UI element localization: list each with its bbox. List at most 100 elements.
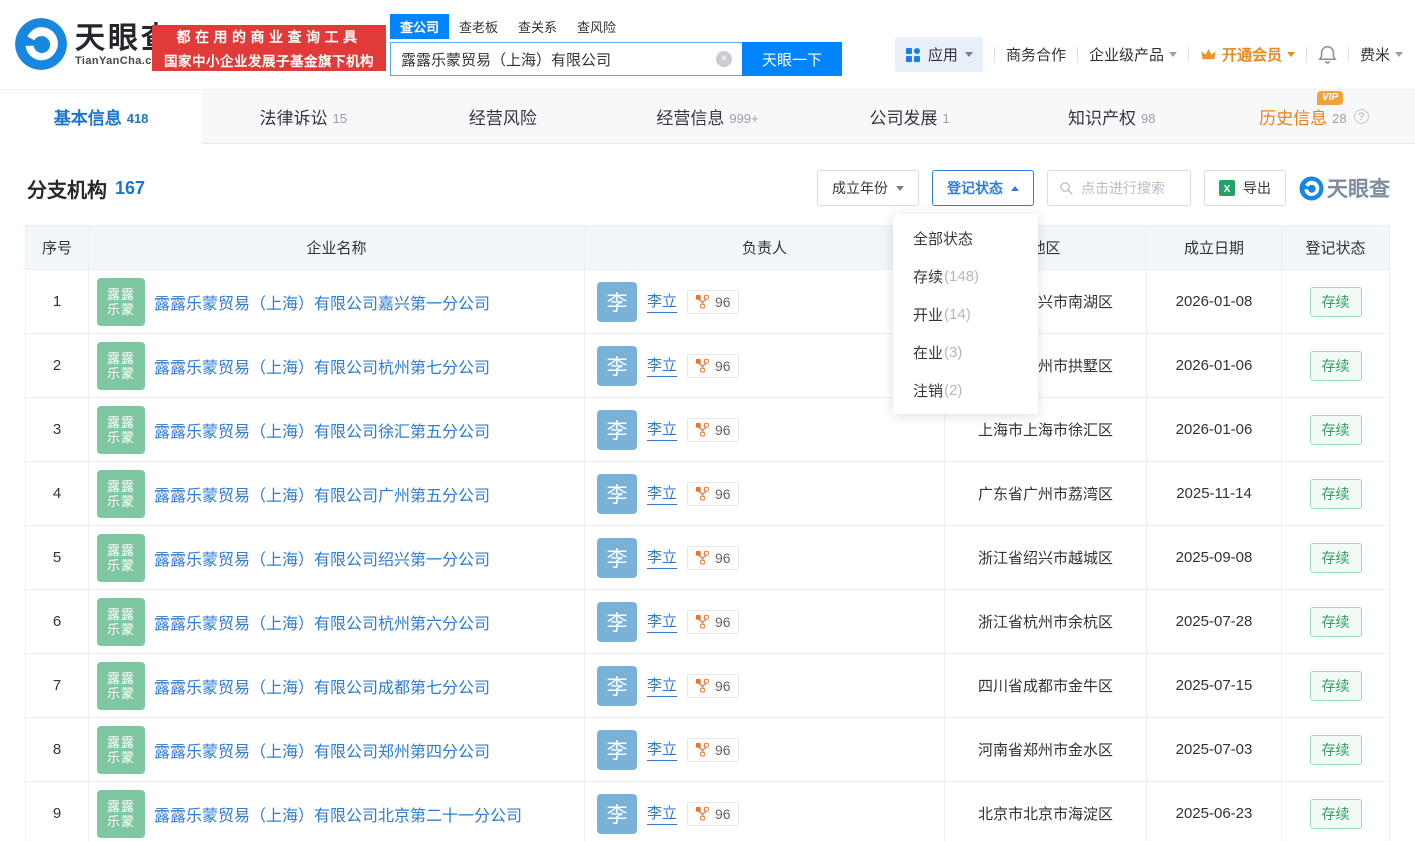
company-name-link[interactable]: 露露乐蒙贸易（上海）有限公司北京第二十一分公司 <box>154 802 522 826</box>
divider <box>1187 47 1189 62</box>
nav-business-cooperation[interactable]: 商务合作 <box>1006 44 1066 65</box>
relation-score: 96 <box>715 485 731 502</box>
top-bar: 天眼查 TianYanCha.com 都在用的商业查询工具 国家中小企业发展子基… <box>0 0 1415 89</box>
company-name-link[interactable]: 露露乐蒙贸易（上海）有限公司杭州第七分公司 <box>154 354 490 378</box>
header-registration-status: 登记状态 <box>1281 226 1389 269</box>
row-index: 8 <box>52 741 62 758</box>
person-link[interactable]: 李立 <box>647 546 678 569</box>
relation-score-badge[interactable]: 96 <box>687 673 739 698</box>
relation-graph-icon <box>695 614 709 629</box>
apps-menu[interactable]: 应用 <box>894 37 983 72</box>
status-option-cancelled[interactable]: 注销 (2) <box>893 371 1038 409</box>
relation-score-badge[interactable]: 96 <box>687 481 739 506</box>
tab-legal-proceedings[interactable]: 法律诉讼 15 <box>202 90 405 144</box>
relation-score-badge[interactable]: 96 <box>687 609 739 634</box>
person-link[interactable]: 李立 <box>647 610 678 633</box>
tab-company-development[interactable]: 公司发展 1 <box>808 90 1011 144</box>
table-row: 6 露露 乐蒙 露露乐蒙贸易（上海）有限公司杭州第六分公司 李 李立 96 浙江… <box>26 589 1389 653</box>
company-logo: 露露 乐蒙 <box>97 597 145 646</box>
relation-score-badge[interactable]: 96 <box>687 801 739 826</box>
table-row: 2 露露 乐蒙 露露乐蒙贸易（上海）有限公司杭州第七分公司 李 李立 96 浙江… <box>26 333 1389 397</box>
search-tab-relation[interactable]: 查关系 <box>508 14 567 39</box>
nav-open-vip[interactable]: 开通会员 <box>1200 44 1295 65</box>
company-name-link[interactable]: 露露乐蒙贸易（上海）有限公司嘉兴第一分公司 <box>154 290 490 314</box>
established-date: 2026-01-06 <box>1146 398 1281 461</box>
relation-score-badge[interactable]: 96 <box>687 737 739 762</box>
relation-score: 96 <box>715 549 731 566</box>
company-name-link[interactable]: 露露乐蒙贸易（上海）有限公司徐汇第五分公司 <box>154 418 490 442</box>
slogan-line1: 都在用的商业查询工具 <box>176 28 362 45</box>
company-name-link[interactable]: 露露乐蒙贸易（上海）有限公司广州第五分公司 <box>154 482 490 506</box>
top-nav: 应用 商务合作 企业级产品 开通会员 费米 <box>894 37 1403 72</box>
tab-intellectual-property[interactable]: 知识产权 98 <box>1010 90 1213 144</box>
relation-score: 96 <box>715 293 731 310</box>
tab-basic-info[interactable]: 基本信息 418 <box>0 90 203 144</box>
search-tab-risk[interactable]: 查风险 <box>567 14 626 39</box>
tianyancha-swirl-icon <box>1299 176 1324 201</box>
table-body: 1 露露 乐蒙 露露乐蒙贸易（上海）有限公司嘉兴第一分公司 李 李立 96 浙江… <box>26 269 1389 841</box>
status-option-existing[interactable]: 存续 (148) <box>893 257 1038 295</box>
company-name-link[interactable]: 露露乐蒙贸易（上海）有限公司郑州第四分公司 <box>154 738 490 762</box>
clear-search-icon[interactable]: × <box>716 51 732 67</box>
chevron-down-icon <box>1286 52 1295 57</box>
search-input[interactable] <box>390 42 742 76</box>
company-name-link[interactable]: 露露乐蒙贸易（上海）有限公司杭州第六分公司 <box>154 610 490 634</box>
year-filter-button[interactable]: 成立年份 <box>817 170 919 206</box>
person-link[interactable]: 李立 <box>647 418 678 441</box>
search-tab-company[interactable]: 查公司 <box>390 14 450 39</box>
row-index: 1 <box>52 293 62 310</box>
status-badge: 存续 <box>1309 286 1362 317</box>
table-search-input[interactable]: 点击进行搜索 <box>1047 170 1191 206</box>
apps-label: 应用 <box>927 47 958 64</box>
row-index: 2 <box>52 357 62 374</box>
divider <box>1305 47 1307 62</box>
nav-enterprise-products[interactable]: 企业级产品 <box>1089 44 1177 65</box>
status-option-open[interactable]: 开业 (14) <box>893 295 1038 333</box>
tab-history-info[interactable]: 历史信息 VIP 28 ? <box>1212 90 1415 144</box>
person-link[interactable]: 李立 <box>647 802 678 825</box>
region: 浙江省杭州市余杭区 <box>944 590 1146 653</box>
status-option-all[interactable]: 全部状态 <box>893 219 1038 257</box>
person-link[interactable]: 李立 <box>647 738 678 761</box>
relation-graph-icon <box>695 678 709 693</box>
person-link[interactable]: 李立 <box>647 290 678 313</box>
status-filter-button[interactable]: 登记状态 <box>932 170 1034 206</box>
export-button[interactable]: X 导出 <box>1204 170 1286 206</box>
relation-score-badge[interactable]: 96 <box>687 545 739 570</box>
divider <box>1076 47 1078 62</box>
tab-operational-risk[interactable]: 经营风险 <box>404 90 607 144</box>
company-name-link[interactable]: 露露乐蒙贸易（上海）有限公司绍兴第一分公司 <box>154 546 490 570</box>
chevron-up-icon <box>1011 185 1019 191</box>
branches-section-header: 分支机构 167 成立年份 登记状态 点击进行搜索 X 导出 天眼查 <box>27 166 1390 210</box>
relation-score-badge[interactable]: 96 <box>687 353 739 378</box>
relation-score: 96 <box>715 741 731 758</box>
relation-score: 96 <box>715 613 731 630</box>
person-link[interactable]: 李立 <box>647 482 678 505</box>
search-button[interactable]: 天眼一下 <box>742 42 842 76</box>
established-date: 2025-07-15 <box>1146 654 1281 717</box>
established-date: 2025-06-23 <box>1146 782 1281 841</box>
company-name-link[interactable]: 露露乐蒙贸易（上海）有限公司成都第七分公司 <box>154 674 490 698</box>
status-filter-dropdown: 全部状态 存续 (148) 开业 (14) 在业 (3) 注销 (2) <box>893 214 1038 414</box>
region: 四川省成都市金牛区 <box>944 654 1146 717</box>
person-link[interactable]: 李立 <box>647 354 678 377</box>
status-option-in-business[interactable]: 在业 (3) <box>893 333 1038 371</box>
relation-graph-icon <box>695 806 709 821</box>
status-badge: 存续 <box>1309 606 1362 637</box>
table-row: 1 露露 乐蒙 露露乐蒙贸易（上海）有限公司嘉兴第一分公司 李 李立 96 浙江… <box>26 269 1389 333</box>
tab-business-info[interactable]: 经营信息 999+ <box>606 90 809 144</box>
question-icon[interactable]: ? <box>1353 109 1369 124</box>
row-index: 7 <box>52 677 62 694</box>
company-logo: 露露 乐蒙 <box>97 725 145 774</box>
relation-score-badge[interactable]: 96 <box>687 417 739 442</box>
notifications-bell[interactable] <box>1318 45 1337 64</box>
relation-score-badge[interactable]: 96 <box>687 289 739 314</box>
company-logo: 露露 乐蒙 <box>97 341 145 390</box>
search-tab-boss[interactable]: 查老板 <box>449 14 508 39</box>
table-row: 3 露露 乐蒙 露露乐蒙贸易（上海）有限公司徐汇第五分公司 李 李立 96 上海… <box>26 397 1389 461</box>
site-logo[interactable]: 天眼查 TianYanCha.com <box>14 17 174 71</box>
region: 浙江省绍兴市越城区 <box>944 526 1146 589</box>
nav-user-menu[interactable]: 费米 <box>1360 44 1403 65</box>
relation-graph-icon <box>695 742 709 757</box>
person-link[interactable]: 李立 <box>647 674 678 697</box>
